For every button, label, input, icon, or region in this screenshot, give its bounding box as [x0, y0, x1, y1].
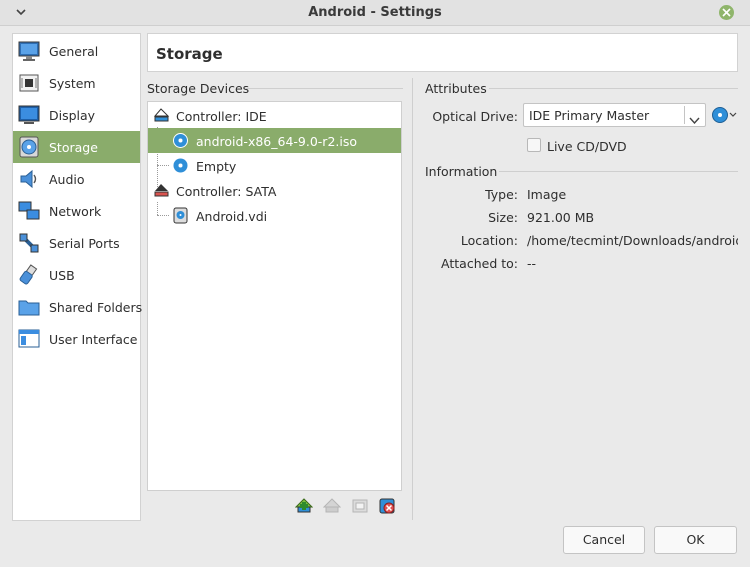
optical-disc-icon — [172, 132, 189, 149]
choose-disk-button[interactable] — [711, 106, 737, 124]
sidebar-item-display[interactable]: Display — [13, 99, 140, 131]
remove-controller-button[interactable] — [322, 497, 342, 515]
sidebar-item-network[interactable]: Network — [13, 195, 140, 227]
usb-icon — [18, 264, 40, 286]
attributes-divider — [489, 88, 738, 89]
network-icon — [18, 200, 40, 222]
ok-button[interactable]: OK — [654, 526, 737, 554]
page-title: Storage — [156, 45, 223, 63]
info-location-label: Location: — [460, 233, 518, 248]
storage-disc-icon — [18, 136, 40, 158]
tree-item-empty[interactable]: Empty — [148, 153, 401, 178]
hard-disk-icon — [172, 207, 189, 224]
live-cd-checkbox[interactable] — [527, 138, 541, 152]
add-attachment-button[interactable] — [294, 497, 314, 515]
sidebar-item-shared-folders[interactable]: Shared Folders — [13, 291, 143, 323]
tree-item-label: android-x86_64-9.0-r2.iso — [196, 134, 358, 149]
info-size-value: 921.00 MB — [527, 210, 595, 225]
close-window-button[interactable] — [719, 5, 734, 20]
info-attached-label: Attached to: — [441, 256, 518, 271]
info-attached-value: -- — [527, 256, 537, 271]
info-size-label: Size: — [488, 210, 518, 225]
cancel-button[interactable]: Cancel — [563, 526, 645, 554]
sidebar-item-storage[interactable]: Storage — [13, 131, 140, 163]
sidebar-item-label: Storage — [49, 140, 98, 155]
sidebar-item-label: Shared Folders — [49, 300, 143, 315]
add-hard-disk-button[interactable] — [351, 497, 369, 515]
folder-icon — [18, 296, 40, 318]
tree-item-label: Android.vdi — [196, 209, 268, 224]
sidebar-item-label: Serial Ports — [49, 236, 120, 251]
remove-attachment-button[interactable] — [378, 497, 396, 515]
tree-item-controller-sata[interactable]: Controller: SATA — [148, 178, 401, 203]
page-header: Storage — [147, 33, 738, 72]
attributes-title: Attributes — [425, 81, 487, 96]
display-icon — [18, 104, 40, 126]
storage-tree[interactable]: Controller: IDE android-x86_64-9.0-r2.is… — [147, 101, 402, 491]
tree-item-label: Controller: IDE — [176, 109, 267, 124]
optical-drive-select[interactable]: IDE Primary Master — [523, 103, 706, 127]
window-title: Android - Settings — [308, 5, 442, 20]
sidebar-item-label: USB — [49, 268, 75, 283]
sidebar-item-label: Display — [49, 108, 96, 123]
optical-disc-icon — [172, 157, 189, 174]
tree-item-label: Controller: SATA — [176, 184, 277, 199]
chevron-down-icon — [689, 112, 700, 127]
optical-drive-value: IDE Primary Master — [529, 108, 650, 123]
chip-icon — [18, 72, 40, 94]
sidebar-item-label: Audio — [49, 172, 85, 187]
optical-drive-label: Optical Drive: — [432, 109, 518, 124]
sidebar-item-label: Network — [49, 204, 102, 219]
storage-devices-divider — [245, 88, 403, 89]
panel-separator[interactable] — [412, 78, 413, 520]
tree-item-label: Empty — [196, 159, 237, 174]
sidebar-item-label: General — [49, 44, 99, 59]
user-interface-icon — [18, 328, 40, 350]
info-type-value: Image — [527, 187, 567, 202]
title-bar: Android - Settings — [0, 0, 750, 26]
sidebar-item-serial-ports[interactable]: Serial Ports — [13, 227, 140, 259]
tree-item-android-vdi[interactable]: Android.vdi — [148, 203, 401, 228]
information-divider — [499, 171, 738, 172]
sidebar-item-general[interactable]: General — [13, 35, 140, 67]
sidebar-item-label: User Interface — [49, 332, 138, 347]
live-cd-label[interactable]: Live CD/DVD — [547, 139, 627, 154]
ide-controller-icon — [153, 107, 170, 124]
settings-sidebar: General System Display Storage Audio Net… — [12, 33, 143, 521]
sidebar-item-user-interface[interactable]: User Interface — [13, 323, 140, 355]
information-title: Information — [425, 164, 498, 179]
serial-port-icon — [18, 232, 40, 254]
combo-divider — [684, 106, 685, 124]
info-type-label: Type: — [485, 187, 518, 202]
tree-item-controller-ide[interactable]: Controller: IDE — [148, 103, 401, 128]
sidebar-item-usb[interactable]: USB — [13, 259, 140, 291]
tree-item-android-iso[interactable]: android-x86_64-9.0-r2.iso — [148, 128, 401, 153]
sidebar-item-label: System — [49, 76, 96, 91]
sidebar-item-system[interactable]: System — [13, 67, 140, 99]
monitor-general-icon — [18, 40, 40, 62]
sidebar-item-audio[interactable]: Audio — [13, 163, 140, 195]
sata-controller-icon — [153, 182, 170, 199]
speaker-icon — [18, 168, 40, 190]
storage-devices-title: Storage Devices — [147, 81, 250, 96]
info-location-value: /home/tecmint/Downloads/android... — [527, 233, 738, 248]
